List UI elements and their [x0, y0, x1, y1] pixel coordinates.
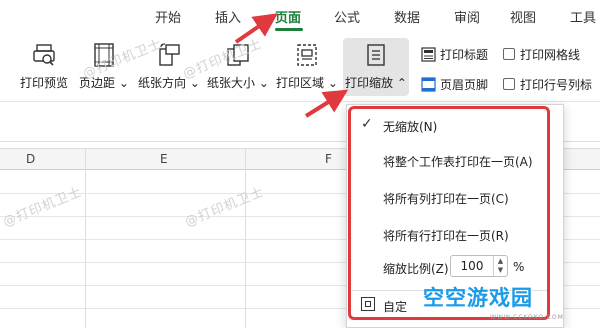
logo-text: 空空游戏园	[423, 286, 533, 310]
logo-url: WWW.CCKOKO.COM	[490, 314, 564, 321]
column-header-d[interactable]: D	[26, 152, 35, 166]
tab-tools[interactable]: 工具	[570, 7, 596, 26]
print-headings-checkbox[interactable]: 打印行号列标	[503, 74, 592, 94]
site-logo: 空空游戏园	[423, 282, 533, 312]
watermark: @打印机卫士	[182, 184, 267, 231]
column-header-f[interactable]: F	[325, 152, 332, 166]
print-preview-button[interactable]: 打印预览	[18, 38, 70, 96]
tab-review[interactable]: 审阅	[454, 7, 480, 26]
print-headings-label: 打印行号列标	[520, 77, 593, 92]
print-gridlines-checkbox[interactable]: 打印网格线	[503, 44, 580, 64]
print-titles-button[interactable]: 打印标题	[420, 44, 488, 64]
print-gridlines-label: 打印网格线	[520, 47, 581, 62]
print-preview-icon	[31, 42, 57, 68]
headings-checkbox-box[interactable]	[503, 78, 515, 90]
print-titles-icon	[420, 46, 436, 62]
tab-view[interactable]: 视图	[510, 7, 536, 26]
print-preview-label: 打印预览	[19, 76, 68, 90]
print-scale-button[interactable]: 打印缩放 ⌃	[343, 38, 409, 96]
tab-data[interactable]: 数据	[394, 7, 420, 26]
gridlines-checkbox-box[interactable]	[503, 48, 515, 60]
menu-bar: 开始 插入 页面 公式 数据 审阅 视图 工具	[0, 0, 600, 32]
print-area-label: 打印区域 ⌄	[276, 76, 338, 90]
print-scale-label: 打印缩放 ⌃	[345, 76, 407, 90]
print-area-icon	[294, 42, 320, 68]
tab-page[interactable]: 页面	[275, 7, 301, 26]
header-footer-icon	[420, 76, 436, 92]
header-footer-button[interactable]: 页眉页脚	[420, 74, 488, 94]
print-titles-label: 打印标题	[440, 47, 489, 62]
print-scale-icon	[363, 42, 389, 68]
watermark: @打印机卫士	[0, 184, 85, 231]
header-footer-label: 页眉页脚	[440, 77, 489, 92]
active-tab-indicator	[275, 28, 303, 31]
tab-formula[interactable]: 公式	[334, 7, 360, 26]
column-header-e[interactable]: E	[160, 152, 168, 166]
grid-line	[85, 148, 86, 328]
tab-insert[interactable]: 插入	[215, 7, 241, 26]
grid-line	[245, 148, 246, 328]
paper-size-label: 纸张大小 ⌄	[207, 76, 269, 90]
print-area-button[interactable]: 打印区域 ⌄	[276, 38, 338, 96]
tab-home[interactable]: 开始	[155, 7, 181, 26]
